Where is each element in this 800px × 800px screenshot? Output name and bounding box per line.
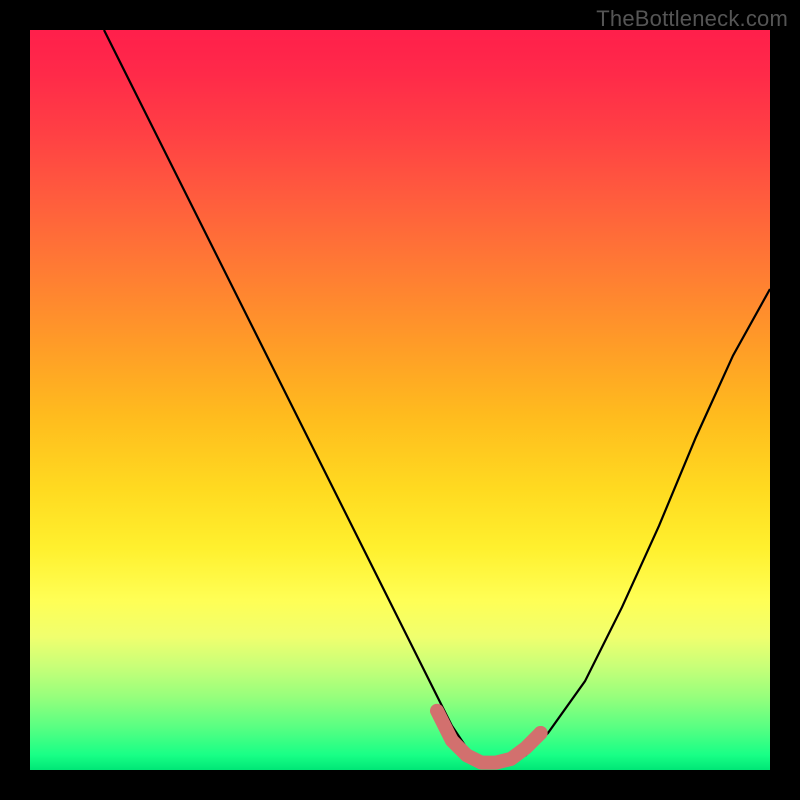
bottleneck-curve [30,30,770,770]
watermark-text: TheBottleneck.com [596,6,788,32]
plot-area [30,30,770,770]
highlight-segment [437,711,541,763]
highlight-end-dot [534,726,548,740]
chart-frame: TheBottleneck.com [0,0,800,800]
curve-path [104,30,770,763]
